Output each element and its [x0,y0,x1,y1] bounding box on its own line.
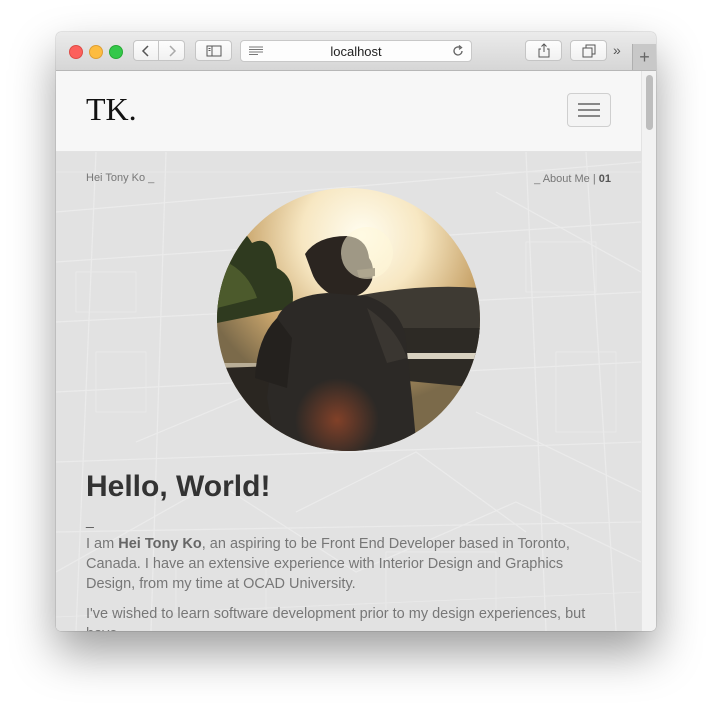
browser-window: localhost » + TK. Hei Tony Ko _ _ About … [56,32,656,631]
second-paragraph: I've wished to learn software developmen… [86,606,586,631]
forward-button[interactable] [159,40,185,61]
browser-toolbar: localhost » + [56,32,656,71]
sidebar-toggle-button[interactable] [195,40,232,61]
intro-text-start: I am [86,536,119,552]
chevron-right-icon [168,44,176,57]
tabs-overview-button[interactable] [570,40,607,61]
intro-name: Hei Tony Ko [118,536,202,552]
hamburger-line [578,109,600,111]
site-logo[interactable]: TK. [86,91,137,128]
hero-name-label: Hei Tony Ko _ [86,172,155,184]
hamburger-line [578,115,600,117]
more-toolbar-items-button[interactable]: » [613,42,621,58]
chevron-left-icon [141,44,149,57]
section-indicator-text: _ About Me | [534,173,599,185]
section-indicator: _ About Me | 01 [534,173,611,185]
profile-photo [217,188,480,451]
back-button[interactable] [133,40,159,61]
tabs-icon [582,44,595,57]
new-tab-button[interactable]: + [632,44,656,70]
reload-icon[interactable] [451,44,465,58]
url-text: localhost [330,44,382,59]
address-bar[interactable]: localhost [240,40,472,62]
menu-toggle-button[interactable] [567,93,611,127]
hamburger-line [578,103,600,105]
site-header: TK. [56,71,641,152]
zoom-window-button[interactable] [109,45,123,59]
minimize-window-button[interactable] [89,45,103,59]
share-button[interactable] [525,40,562,61]
page-scrollbar[interactable] [641,71,656,631]
headline-divider: _ [86,512,94,528]
page-viewport: TK. Hei Tony Ko _ _ About Me | 01 Hello,… [56,71,641,631]
share-icon [538,43,549,58]
profile-photo-image [217,188,480,451]
sidebar-icon [206,45,221,56]
close-window-button[interactable] [69,45,83,59]
hero-headline: Hello, World! [86,470,271,503]
intro-paragraph: I am Hei Tony Ko, an aspiring to be Fron… [86,534,616,594]
scrollbar-thumb[interactable] [646,75,653,130]
section-number: 01 [598,173,611,185]
about-section: Hei Tony Ko _ _ About Me | 01 Hello, Wor… [56,152,641,631]
